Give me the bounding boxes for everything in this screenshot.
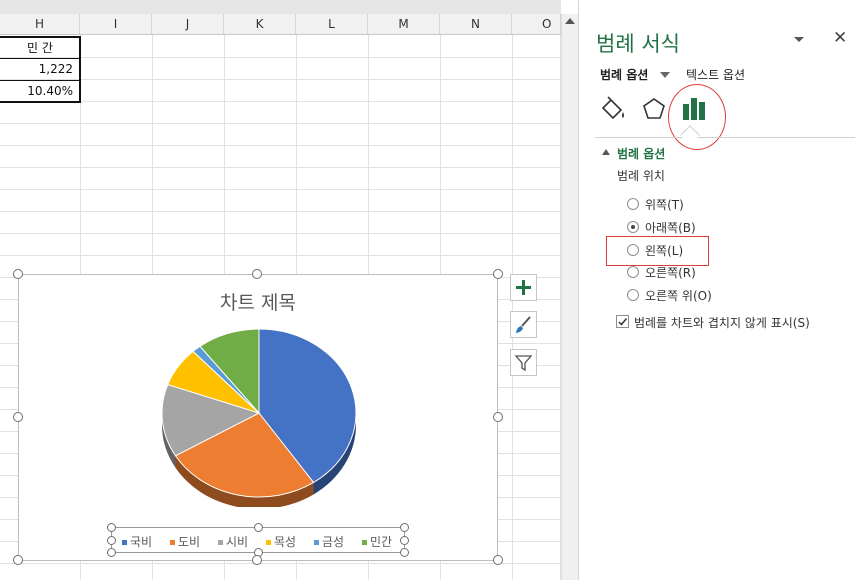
column-header-l[interactable]: L bbox=[296, 14, 368, 35]
close-icon[interactable]: ✕ bbox=[833, 28, 847, 48]
column-header-h[interactable]: H bbox=[0, 14, 80, 35]
chart-resize-handle[interactable] bbox=[493, 269, 503, 279]
radio-button[interactable] bbox=[627, 221, 639, 233]
legend-resize-handle[interactable] bbox=[400, 523, 409, 532]
legend-item[interactable]: 민간 bbox=[362, 533, 392, 550]
chart-resize-handle[interactable] bbox=[13, 269, 23, 279]
tab-legend-options[interactable]: 범례 옵션 bbox=[600, 66, 648, 83]
table-divider bbox=[0, 80, 80, 81]
chart-styles-button[interactable] bbox=[510, 311, 537, 338]
chart-resize-handle[interactable] bbox=[493, 412, 503, 422]
grid-line bbox=[0, 563, 561, 564]
collapse-triangle-icon[interactable] bbox=[602, 149, 610, 155]
grid-line bbox=[512, 35, 513, 580]
legend-item[interactable]: 금성 bbox=[314, 533, 344, 550]
pane-title: 범례 서식 bbox=[596, 32, 680, 56]
checkbox[interactable] bbox=[616, 315, 629, 328]
pie-plot[interactable] bbox=[159, 327, 359, 507]
grid-line bbox=[0, 211, 561, 212]
highlight-box bbox=[606, 236, 709, 266]
pane-options-chevron-icon[interactable] bbox=[794, 37, 804, 42]
grid-line bbox=[0, 255, 561, 256]
table-value-cell[interactable]: 1,222 bbox=[0, 62, 73, 76]
chart-resize-handle[interactable] bbox=[252, 555, 262, 565]
chart-resize-handle[interactable] bbox=[13, 555, 23, 565]
chart-legend[interactable]: 국비 도비 시비 목성 금성 민간 bbox=[107, 523, 409, 557]
column-header-o[interactable]: O bbox=[512, 14, 561, 35]
legend-swatch bbox=[122, 540, 127, 545]
tab-text-options[interactable]: 텍스트 옵션 bbox=[686, 66, 745, 83]
vertical-scrollbar[interactable] bbox=[561, 14, 578, 580]
column-header-m[interactable]: M bbox=[368, 14, 440, 35]
grid-line bbox=[0, 123, 561, 124]
legend-item[interactable]: 도비 bbox=[170, 533, 200, 550]
column-header-i[interactable]: I bbox=[80, 14, 152, 35]
legend-swatch bbox=[218, 540, 223, 545]
tab-separator bbox=[595, 137, 855, 138]
worksheet[interactable]: H I J K L M N O 민 간 1,222 10.40% 차트 제목 국… bbox=[0, 0, 565, 580]
legend-resize-handle[interactable] bbox=[400, 548, 409, 557]
radio-button[interactable] bbox=[627, 198, 639, 210]
plus-icon bbox=[516, 280, 531, 295]
scroll-up-arrow-icon[interactable] bbox=[565, 18, 575, 24]
table-divider bbox=[0, 58, 80, 59]
legend-resize-handle[interactable] bbox=[107, 548, 116, 557]
legend-resize-handle[interactable] bbox=[107, 536, 116, 545]
format-legend-pane[interactable]: 범례 서식 ✕ 범례 옵션 텍스트 옵션 범례 옵션 범례 위치 위쪽(T) 아… bbox=[578, 0, 855, 580]
column-header-j[interactable]: J bbox=[152, 14, 224, 35]
legend-resize-handle[interactable] bbox=[400, 536, 409, 545]
grid-line bbox=[0, 57, 561, 58]
checkmark-icon bbox=[618, 318, 628, 326]
filter-icon bbox=[514, 355, 533, 372]
grid-line bbox=[0, 101, 561, 102]
radio-button[interactable] bbox=[627, 266, 639, 278]
radio-button[interactable] bbox=[627, 289, 639, 301]
pie-chart[interactable]: 차트 제목 국비 도비 시비 목성 금성 민간 bbox=[13, 269, 503, 565]
legend-item[interactable]: 목성 bbox=[266, 533, 296, 550]
chart-title[interactable]: 차트 제목 bbox=[19, 288, 497, 315]
grid-line bbox=[0, 189, 561, 190]
grid-line bbox=[0, 79, 561, 80]
highlight-circle bbox=[668, 84, 726, 150]
legend-resize-handle[interactable] bbox=[254, 523, 263, 532]
legend-swatch bbox=[266, 540, 271, 545]
grid-line bbox=[0, 167, 561, 168]
chart-elements-button[interactable] bbox=[510, 274, 537, 301]
fill-line-icon[interactable] bbox=[599, 96, 627, 122]
chart-resize-handle[interactable] bbox=[13, 412, 23, 422]
chart-filters-button[interactable] bbox=[510, 349, 537, 376]
effects-pentagon-icon[interactable] bbox=[640, 96, 668, 122]
grid-line bbox=[0, 233, 561, 234]
legend-item[interactable]: 국비 bbox=[122, 533, 152, 550]
column-header-k[interactable]: K bbox=[224, 14, 296, 35]
section-legend-options[interactable]: 범례 옵션 bbox=[617, 145, 665, 162]
legend-resize-handle[interactable] bbox=[107, 523, 116, 532]
chart-resize-handle[interactable] bbox=[252, 269, 262, 279]
grid-line bbox=[0, 145, 561, 146]
brush-icon bbox=[516, 316, 531, 333]
column-header-n[interactable]: N bbox=[440, 14, 512, 35]
chevron-down-icon[interactable] bbox=[660, 72, 670, 78]
legend-position-label: 범례 위치 bbox=[617, 169, 665, 183]
legend-swatch bbox=[170, 540, 175, 545]
sheet-top-strip bbox=[0, 0, 561, 14]
legend-swatch bbox=[314, 540, 319, 545]
legend-item[interactable]: 시비 bbox=[218, 533, 248, 550]
chart-resize-handle[interactable] bbox=[493, 555, 503, 565]
table-header-cell[interactable]: 민 간 bbox=[0, 39, 80, 56]
table-percent-cell[interactable]: 10.40% bbox=[0, 84, 73, 98]
legend-swatch bbox=[362, 540, 367, 545]
